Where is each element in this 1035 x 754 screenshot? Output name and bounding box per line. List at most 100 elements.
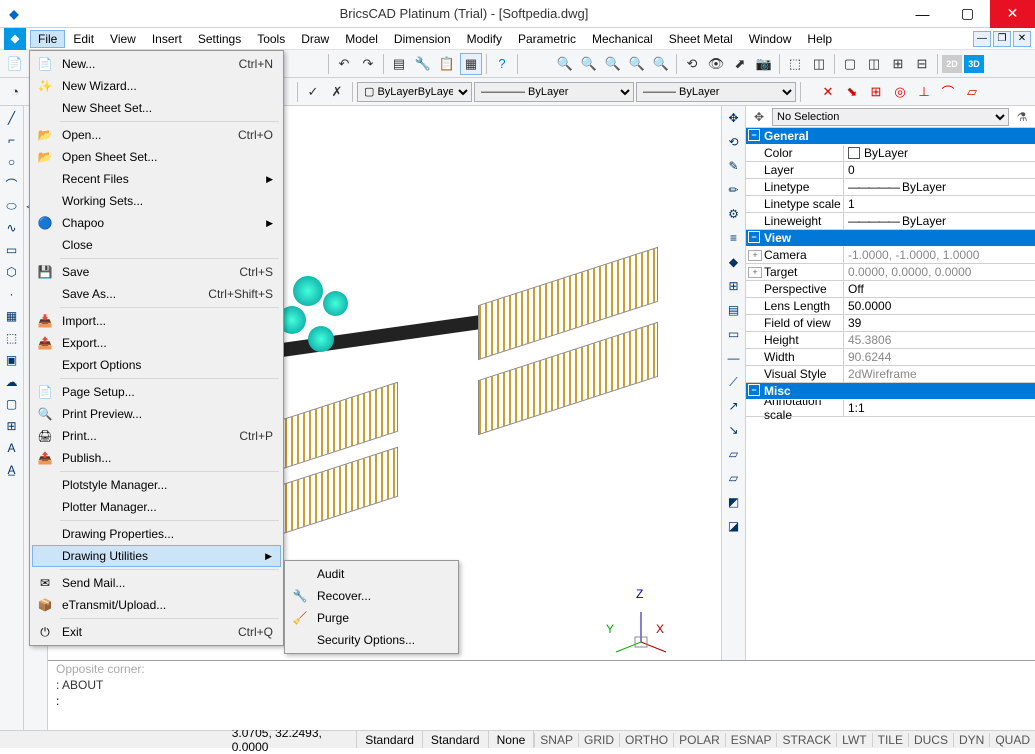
import2-icon[interactable]: ↘ bbox=[724, 420, 744, 440]
menu-edit[interactable]: Edit bbox=[65, 30, 102, 48]
file-menu-working-sets-[interactable]: Working Sets... bbox=[32, 190, 281, 212]
move-grip-icon[interactable]: ✥ bbox=[750, 108, 768, 126]
submenu-recover-[interactable]: 🔧Recover... bbox=[287, 585, 456, 607]
status-toggle-quad[interactable]: QUAD bbox=[989, 733, 1035, 747]
camera-icon[interactable]: 📷 bbox=[753, 53, 775, 75]
file-menu-import-[interactable]: 📥Import... bbox=[32, 310, 281, 332]
export2-icon[interactable]: ↗ bbox=[724, 396, 744, 416]
menu-insert[interactable]: Insert bbox=[144, 30, 190, 48]
menu-draw[interactable]: Draw bbox=[293, 30, 337, 48]
brush2-icon[interactable]: ✏ bbox=[724, 180, 744, 200]
file-menu-publish-[interactable]: 📤Publish... bbox=[32, 447, 281, 469]
file-menu-print-preview-[interactable]: 🔍Print Preview... bbox=[32, 403, 281, 425]
layeroff-icon[interactable]: ✗ bbox=[326, 81, 348, 103]
prop-section-general[interactable]: −General bbox=[746, 128, 1035, 145]
snap-end-icon[interactable]: ✕ bbox=[817, 81, 839, 103]
text-icon[interactable]: A bbox=[2, 438, 22, 458]
file-menu-close[interactable]: Close bbox=[32, 234, 281, 256]
minimize-button[interactable]: — bbox=[900, 0, 945, 28]
ellipse-icon[interactable]: ⬭ bbox=[2, 196, 22, 216]
material-icon[interactable]: ◆ bbox=[724, 252, 744, 272]
screw-icon[interactable]: ⚙ bbox=[724, 204, 744, 224]
snap-mid-icon[interactable]: ⬊ bbox=[841, 81, 863, 103]
prop-section-misc[interactable]: −Misc bbox=[746, 383, 1035, 400]
menu-modify[interactable]: Modify bbox=[459, 30, 510, 48]
ucs-icon[interactable]: ⬈ bbox=[729, 53, 751, 75]
close-button[interactable]: ✕ bbox=[990, 0, 1035, 28]
help-icon[interactable]: ? bbox=[491, 53, 513, 75]
mdi-close-button[interactable]: ✕ bbox=[1013, 31, 1031, 47]
line-icon[interactable]: ╱ bbox=[2, 108, 22, 128]
textstyle-readout[interactable]: Standard bbox=[423, 731, 489, 748]
prop-row-lens-length[interactable]: Lens Length50.0000 bbox=[746, 298, 1035, 315]
box-icon[interactable]: ⬚ bbox=[784, 53, 806, 75]
sheet2-icon[interactable]: ▭ bbox=[724, 324, 744, 344]
coords-readout[interactable]: 3.0705, 32.2493, 0.0000 bbox=[224, 731, 357, 748]
file-menu-save-as-[interactable]: Save As...Ctrl+Shift+S bbox=[32, 283, 281, 305]
revcloud-icon[interactable]: ☁ bbox=[2, 372, 22, 392]
mdi-minimize-button[interactable]: — bbox=[973, 31, 991, 47]
prop-row-color[interactable]: ColorByLayer bbox=[746, 145, 1035, 162]
status-toggle-snap[interactable]: SNAP bbox=[534, 733, 578, 747]
none-readout[interactable]: None bbox=[489, 731, 535, 748]
color-select[interactable]: ▢ ByLayerByLayer bbox=[357, 82, 472, 102]
vp4-icon[interactable]: ⊟ bbox=[911, 53, 933, 75]
zoom-in-icon[interactable]: 🔍 bbox=[578, 53, 600, 75]
submenu-audit[interactable]: Audit bbox=[287, 563, 456, 585]
prop-row-width[interactable]: Width90.6244 bbox=[746, 349, 1035, 366]
file-menu-etransmit-upload-[interactable]: 📦eTransmit/Upload... bbox=[32, 594, 281, 616]
file-menu-print-[interactable]: 🖨Print...Ctrl+P bbox=[32, 425, 281, 447]
snap-int-icon[interactable]: ⊞ bbox=[865, 81, 887, 103]
zoom-window-icon[interactable]: 🔍 bbox=[626, 53, 648, 75]
arc-icon[interactable]: ⌒ bbox=[2, 174, 22, 194]
status-toggle-lwt[interactable]: LWT bbox=[836, 733, 871, 747]
zoom-realtime-icon[interactable]: 🔍 bbox=[554, 53, 576, 75]
dimstyle-readout[interactable]: Standard bbox=[357, 731, 423, 748]
maximize-button[interactable]: ▢ bbox=[945, 0, 990, 28]
app-icon[interactable]: ◆ bbox=[4, 28, 26, 50]
file-menu-chapoo[interactable]: 🔵Chapoo▶ bbox=[32, 212, 281, 234]
selection-select[interactable]: No Selection bbox=[772, 108, 1009, 126]
file-menu-exit[interactable]: ⏻ExitCtrl+Q bbox=[32, 621, 281, 643]
sheet-icon[interactable]: ▦ bbox=[460, 53, 482, 75]
mdi-restore-button[interactable]: ❐ bbox=[993, 31, 1011, 47]
prop-row-camera[interactable]: +Camera-1.0000, -1.0000, 1.0000 bbox=[746, 247, 1035, 264]
file-menu-open-sheet-set-[interactable]: 📂Open Sheet Set... bbox=[32, 146, 281, 168]
snap-near-icon[interactable]: ▱ bbox=[961, 81, 983, 103]
zoom-out-icon[interactable]: 🔍 bbox=[602, 53, 624, 75]
boundary-icon[interactable]: ⬚ bbox=[2, 328, 22, 348]
mode-3d-button[interactable]: 3D bbox=[964, 55, 984, 73]
prop-row-annotation-scale[interactable]: Annotation scale1:1 bbox=[746, 400, 1035, 417]
point-icon[interactable]: · bbox=[2, 284, 22, 304]
prop-row-layer[interactable]: Layer0 bbox=[746, 162, 1035, 179]
redo-icon[interactable]: ↷ bbox=[357, 53, 379, 75]
linetype-select[interactable]: ———— ByLayer bbox=[474, 82, 634, 102]
prop-row-height[interactable]: Height45.3806 bbox=[746, 332, 1035, 349]
slash-icon[interactable]: ⟋ bbox=[724, 372, 744, 392]
status-toggle-esnap[interactable]: ESNAP bbox=[725, 733, 777, 747]
prop-row-field-of-view[interactable]: Field of view39 bbox=[746, 315, 1035, 332]
menu-file[interactable]: File bbox=[30, 30, 65, 48]
file-menu-drawing-properties-[interactable]: Drawing Properties... bbox=[32, 523, 281, 545]
toolpalette-icon[interactable]: 📋 bbox=[436, 53, 458, 75]
file-menu-save[interactable]: 💾SaveCtrl+S bbox=[32, 261, 281, 283]
undo-icon[interactable]: ↶ bbox=[333, 53, 355, 75]
file-menu-drawing-utilities[interactable]: Drawing Utilities▶ bbox=[32, 545, 281, 567]
mtext-icon[interactable]: A̲ bbox=[2, 460, 22, 480]
menu-mechanical[interactable]: Mechanical bbox=[584, 30, 661, 48]
prop-row-visual-style[interactable]: Visual Style2dWireframe bbox=[746, 366, 1035, 383]
file-menu-send-mail-[interactable]: ✉Send Mail... bbox=[32, 572, 281, 594]
submenu-purge[interactable]: 🧹Purge bbox=[287, 607, 456, 629]
brush-icon[interactable]: ✎ bbox=[724, 156, 744, 176]
file-menu-plotter-manager-[interactable]: Plotter Manager... bbox=[32, 496, 281, 518]
layeriso-icon[interactable]: ✓ bbox=[302, 81, 324, 103]
list-icon[interactable]: ▤ bbox=[724, 300, 744, 320]
menu-sheet-metal[interactable]: Sheet Metal bbox=[661, 30, 741, 48]
status-toggle-tile[interactable]: TILE bbox=[872, 733, 908, 747]
rect-icon[interactable]: ▭ bbox=[2, 240, 22, 260]
command-line[interactable]: Opposite corner: : ABOUT : bbox=[48, 660, 1035, 730]
prop-row-target[interactable]: +Target0.0000, 0.0000, 0.0000 bbox=[746, 264, 1035, 281]
polyline-icon[interactable]: ⌐ bbox=[2, 130, 22, 150]
prop-row-linetype-scale[interactable]: Linetype scale1 bbox=[746, 196, 1035, 213]
vp2-icon[interactable]: ◫ bbox=[863, 53, 885, 75]
